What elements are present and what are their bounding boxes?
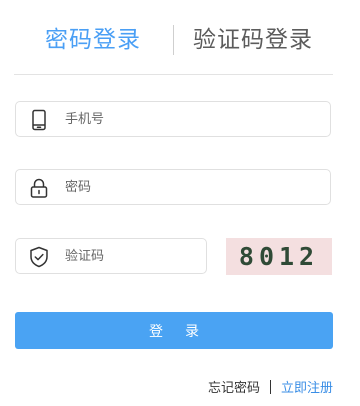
captcha-text: 8012 — [238, 242, 320, 271]
footer-links: 忘记密码 立即注册 — [208, 380, 333, 398]
lock-icon — [28, 177, 50, 199]
tab-sms-login[interactable]: 验证码登录 — [193, 22, 313, 58]
login-button[interactable]: 登录 — [15, 312, 333, 349]
tab-divider — [173, 25, 174, 55]
password-input[interactable] — [65, 170, 315, 204]
captcha-field[interactable] — [15, 238, 207, 274]
phone-input[interactable] — [65, 102, 315, 136]
captcha-input[interactable] — [65, 239, 195, 273]
shield-check-icon — [28, 246, 50, 268]
password-field[interactable] — [15, 169, 331, 205]
tab-password-login[interactable]: 密码登录 — [45, 22, 141, 58]
link-separator — [269, 380, 271, 394]
captcha-image[interactable]: 8012 — [226, 238, 332, 275]
login-tabs: 密码登录 验证码登录 — [14, 0, 333, 75]
register-link[interactable]: 立即注册 — [281, 381, 333, 396]
mobile-phone-icon — [28, 109, 50, 131]
phone-field[interactable] — [15, 101, 331, 137]
forgot-password-link[interactable]: 忘记密码 — [208, 381, 260, 396]
